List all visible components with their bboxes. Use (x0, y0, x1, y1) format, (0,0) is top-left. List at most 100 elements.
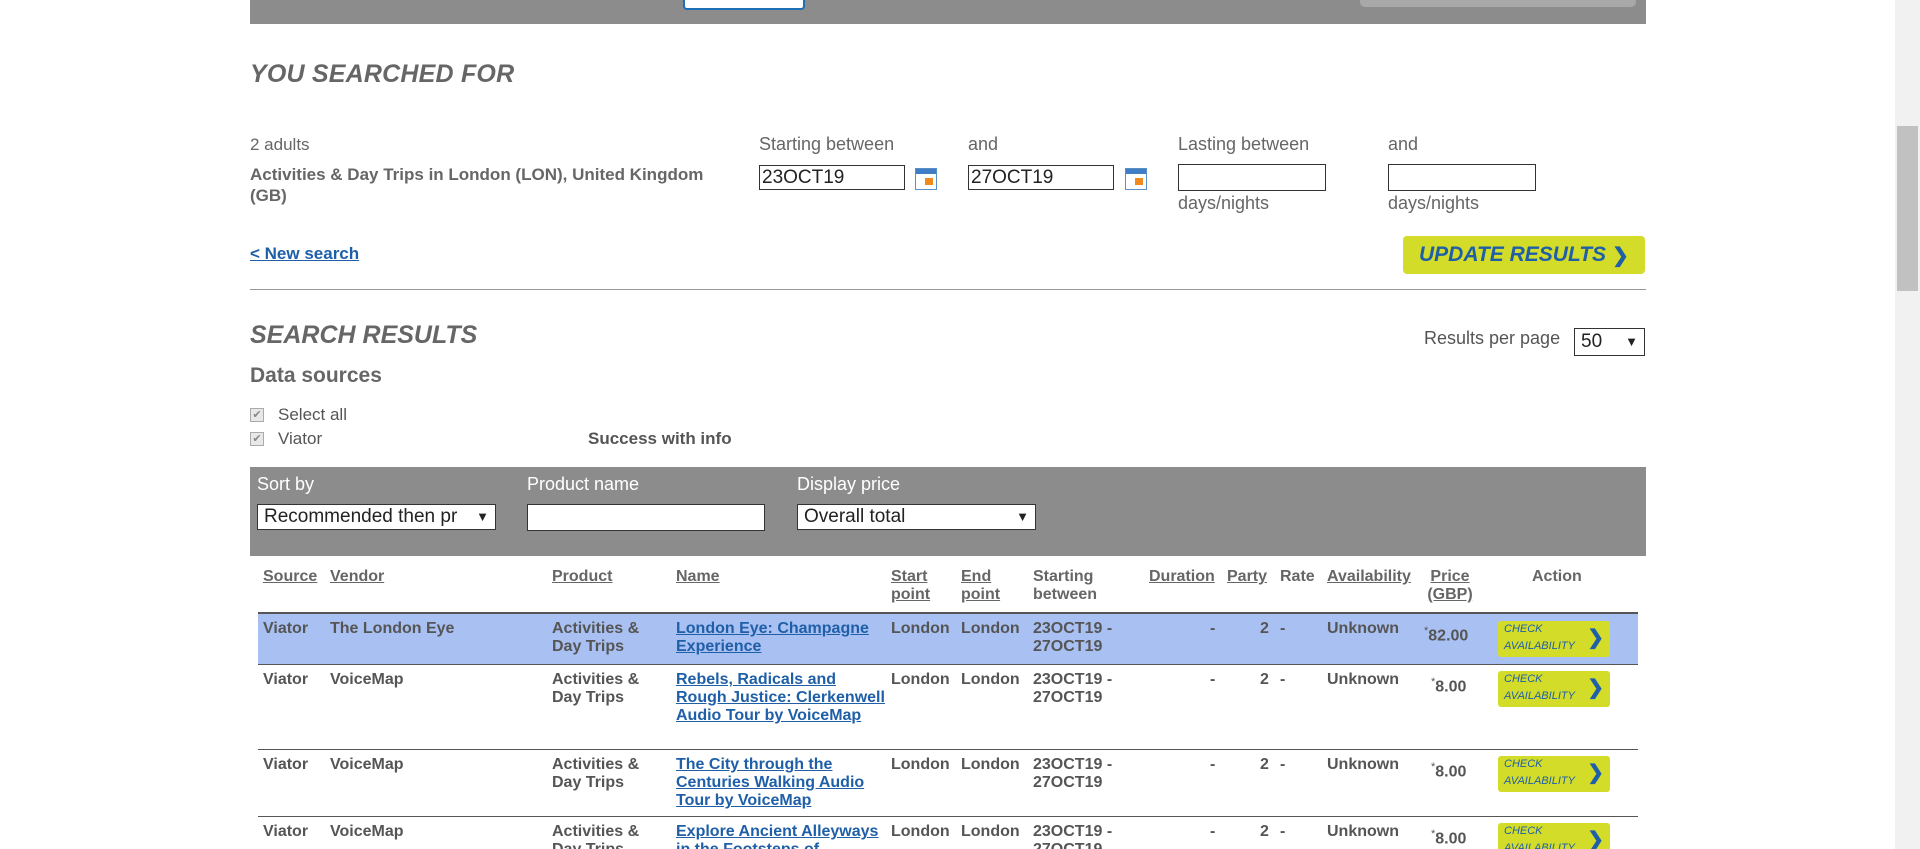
cell-rate: - (1280, 756, 1286, 773)
cell-party: 2 (1260, 620, 1269, 637)
results-per-page-value: 50 (1581, 331, 1603, 352)
cell-start-point: London (891, 756, 950, 773)
col-header-action: Action (1532, 568, 1582, 585)
cell-availability: Unknown (1327, 671, 1399, 688)
cell-duration: - (1210, 671, 1216, 688)
cell-party: 2 (1260, 671, 1269, 688)
check-availability-label: CHECK AVAILABILITY (1504, 758, 1575, 787)
cell-source: Viator (263, 671, 309, 688)
cell-start-point: London (891, 671, 950, 688)
cell-starting-between: 23OCT19 - 27OCT19 (1033, 756, 1113, 791)
check-availability-label: CHECK AVAILABILITY (1504, 673, 1575, 702)
chevron-right-icon: ❯ (1587, 762, 1604, 784)
cell-vendor: VoiceMap (330, 756, 404, 773)
col-header-availability[interactable]: Availability (1327, 568, 1411, 586)
cell-start-point: London (891, 620, 950, 637)
checkbox-icon[interactable]: ✔ (250, 432, 264, 446)
cell-end-point: London (961, 756, 1020, 773)
cell-price: *8.00 (1431, 825, 1466, 848)
cell-vendor: The London Eye (330, 620, 455, 637)
display-price-select[interactable]: Overall total ▼ (797, 504, 1036, 530)
col-header-start-point[interactable]: Start point (891, 568, 941, 604)
checkbox-icon[interactable]: ✔ (250, 408, 264, 422)
end-date-input[interactable]: 27OCT19 (968, 165, 1114, 190)
chevron-right-icon: ❯ (1587, 677, 1604, 699)
cell-price: *8.00 (1431, 673, 1466, 696)
cell-duration: - (1210, 823, 1216, 840)
chevron-right-icon: ❯ (1587, 829, 1604, 849)
cell-name-link[interactable]: London Eye: Champagne Experience (676, 620, 886, 656)
check-availability-label: CHECK AVAILABILITY (1504, 623, 1575, 652)
dropdown-arrow-icon: ▼ (1014, 505, 1029, 529)
cell-end-point: London (961, 620, 1020, 637)
col-header-name[interactable]: Name (676, 568, 720, 586)
chevron-right-icon: ❯ (1587, 627, 1604, 649)
filter-bar: Sort by Recommended then pr ▼ Product na… (250, 467, 1646, 556)
search-results-heading: SEARCH RESULTS (250, 321, 478, 349)
searched-for-heading: YOU SEARCHED FOR (250, 60, 515, 88)
lasting-to-input[interactable] (1388, 164, 1536, 191)
calendar-icon[interactable] (915, 168, 937, 190)
check-availability-button[interactable]: CHECK AVAILABILITY ❯ (1498, 756, 1610, 792)
calendar-icon[interactable] (1125, 168, 1147, 190)
col-header-source[interactable]: Source (263, 568, 317, 586)
sort-by-select[interactable]: Recommended then pr ▼ (257, 504, 496, 530)
cell-duration: - (1210, 756, 1216, 773)
top-header-bar (250, 0, 1646, 24)
cell-rate: - (1280, 823, 1286, 840)
col-header-starting-between: Starting between (1033, 568, 1098, 603)
lasting-from-input[interactable] (1178, 164, 1326, 191)
select-all-label: Select all (278, 405, 347, 424)
check-availability-button[interactable]: CHECK AVAILABILITY ❯ (1498, 671, 1610, 707)
days-nights-label: days/nights (1178, 193, 1270, 213)
cell-availability: Unknown (1327, 823, 1399, 840)
cell-price: *8.00 (1431, 758, 1466, 781)
and-label: and (968, 134, 999, 154)
select-all-checkbox-row[interactable]: ✔ Select all (250, 405, 347, 425)
cell-starting-between: 23OCT19 - 27OCT19 (1033, 823, 1113, 849)
cell-name-link[interactable]: The City through the Centuries Walking A… (676, 756, 886, 810)
cell-product: Activities & Day Trips (552, 671, 640, 706)
product-name-input[interactable] (527, 504, 765, 531)
cell-duration: - (1210, 620, 1216, 637)
cell-product: Activities & Day Trips (552, 620, 640, 655)
cell-product: Activities & Day Trips (552, 756, 640, 791)
cell-rate: - (1280, 671, 1286, 688)
check-availability-button[interactable]: CHECK AVAILABILITY ❯ (1498, 823, 1610, 849)
header-button[interactable] (1360, 0, 1636, 7)
source-status: Success with info (588, 429, 732, 448)
col-header-vendor[interactable]: Vendor (330, 568, 384, 586)
results-per-page-label: Results per page (1424, 328, 1561, 348)
new-search-link[interactable]: < New search (250, 244, 359, 264)
header-toggle[interactable] (683, 0, 805, 10)
dropdown-arrow-icon: ▼ (474, 505, 489, 529)
table-row: Viator VoiceMap Activities & Day Trips T… (258, 750, 1638, 817)
start-date-input[interactable]: 23OCT19 (759, 165, 905, 190)
viator-checkbox-row[interactable]: ✔ Viator (250, 429, 322, 449)
days-nights-label: days/nights (1388, 193, 1480, 213)
cell-product: Activities & Day Trips (552, 823, 640, 849)
lasting-between-label: Lasting between (1178, 134, 1310, 154)
check-availability-button[interactable]: CHECK AVAILABILITY ❯ (1498, 621, 1610, 657)
table-row: Viator VoiceMap Activities & Day Trips E… (258, 817, 1638, 849)
price-value: 8.00 (1435, 830, 1467, 848)
price-value: 82.00 (1428, 627, 1469, 645)
cell-starting-between: 23OCT19 - 27OCT19 (1033, 620, 1113, 655)
col-header-price[interactable]: Price (GBP) (1425, 568, 1475, 604)
col-header-duration[interactable]: Duration (1149, 568, 1215, 586)
scrollbar-thumb[interactable] (1897, 126, 1918, 291)
cell-party: 2 (1260, 756, 1269, 773)
cell-vendor: VoiceMap (330, 671, 404, 688)
update-results-button[interactable]: UPDATE RESULTS ❯ (1403, 236, 1645, 274)
results-per-page-select[interactable]: 50 ▼ (1574, 328, 1645, 356)
col-header-product[interactable]: Product (552, 568, 612, 586)
data-sources-heading: Data sources (250, 364, 382, 387)
display-price-label: Display price (797, 474, 901, 494)
table-row: Viator The London Eye Activities & Day T… (258, 614, 1638, 665)
col-header-party[interactable]: Party (1227, 568, 1267, 586)
sort-by-value: Recommended then pr (264, 506, 458, 527)
cell-name-link[interactable]: Rebels, Radicals and Rough Justice: Cler… (676, 671, 886, 725)
cell-name-link[interactable]: Explore Ancient Alleyways in the Footste… (676, 823, 886, 849)
col-header-end-point[interactable]: End point (961, 568, 1011, 604)
starting-between-label: Starting between (759, 134, 895, 154)
